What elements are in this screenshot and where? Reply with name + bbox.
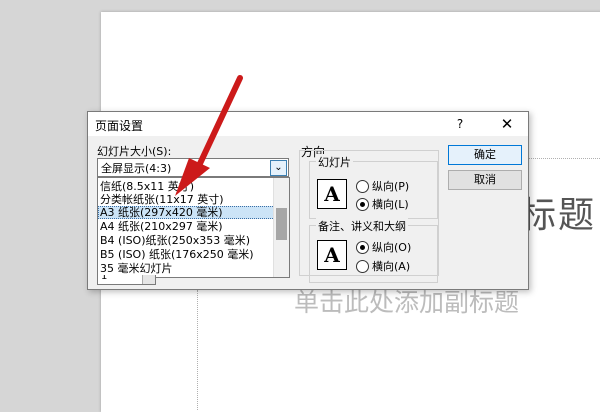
dialog-title: 页面设置 [95,119,144,133]
start-number-value: 1 [101,275,108,282]
help-icon[interactable]: ? [448,115,472,133]
list-scrollbar[interactable] [273,178,289,277]
close-icon[interactable]: ✕ [492,113,522,135]
list-item[interactable]: 35 毫米幻灯片 [98,262,275,275]
page-landscape-icon: A [317,179,347,209]
radio-icon [356,259,369,273]
list-item[interactable]: B5 (ISO) 纸张(176x250 毫米) [98,248,275,261]
notes-landscape-radio[interactable]: 横向(A) [356,258,411,273]
radio-checked-icon [356,240,369,254]
slides-landscape-radio[interactable]: 横向(L) [356,196,409,211]
slides-group-label: 幻灯片 [316,154,353,170]
subtitle-placeholder-border [197,290,198,410]
dropdown-chevron-icon[interactable]: ⌄ [270,160,287,176]
slide-size-value: 全屏显示(4:3) [101,162,172,175]
title-placeholder-border-top [520,158,600,159]
title-placeholder[interactable]: 标题 [520,186,596,238]
page-portrait-icon: A [317,240,347,270]
list-item[interactable]: A4 纸张(210x297 毫米) [98,220,275,233]
list-item[interactable]: 分类帐纸张(11x17 英寸) [98,193,275,206]
radio-label: 纵向(O) [372,241,412,254]
slide-size-dropdown-list[interactable]: 信纸(8.5x11 英寸) 分类帐纸张(11x17 英寸) A3 纸张(297x… [97,177,290,278]
slides-portrait-radio[interactable]: 纵向(P) [356,178,410,193]
start-number-stepper[interactable]: 1 [97,275,156,285]
radio-label: 横向(A) [372,260,411,273]
slide-size-label: 幻灯片大小(S): [97,145,172,158]
page-setup-dialog: 页面设置 ? ✕ 幻灯片大小(S): 全屏显示(4:3) ⌄ 信纸(8.5x11… [87,111,529,290]
radio-icon [356,179,369,193]
list-item-selected[interactable]: A3 纸张(297x420 毫米) [98,206,275,219]
ok-button[interactable]: 确定 [448,145,522,165]
list-item[interactable]: 信纸(8.5x11 英寸) [98,180,275,193]
dialog-titlebar[interactable]: 页面设置 ? ✕ [88,112,528,136]
radio-label: 横向(L) [372,198,409,211]
notes-portrait-radio[interactable]: 纵向(O) [356,239,412,254]
stepper-button[interactable] [142,275,155,284]
cancel-button[interactable]: 取消 [448,170,522,190]
scrollbar-thumb[interactable] [276,208,287,240]
list-item[interactable]: B4 (ISO)纸张(250x353 毫米) [98,234,275,247]
radio-label: 纵向(P) [372,180,410,193]
slide-size-combobox[interactable]: 全屏显示(4:3) ⌄ [97,158,289,177]
notes-group-label: 备注、讲义和大纲 [316,218,408,234]
radio-checked-icon [356,197,369,211]
